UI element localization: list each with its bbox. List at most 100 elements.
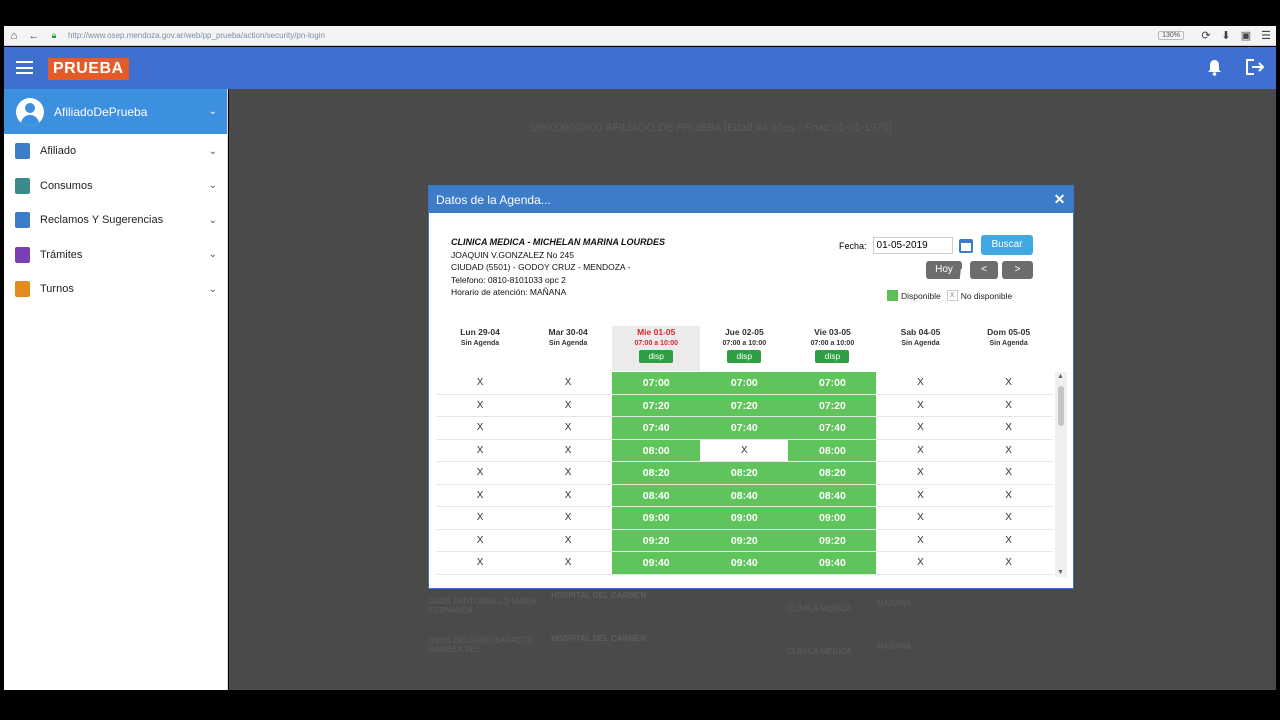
slot-unavailable: X (476, 399, 484, 411)
next-week-button[interactable]: > (1002, 261, 1033, 279)
legend-unavailable-swatch: X (946, 290, 958, 301)
sidebar-item-afiliado[interactable]: Afiliado ⌄ (4, 134, 227, 169)
home-icon[interactable]: ⌂ (4, 30, 24, 42)
slot-unavailable: X (1005, 489, 1012, 501)
logout-icon[interactable] (1245, 58, 1265, 81)
slot-unavailable: X (1005, 422, 1012, 433)
chevron-down-icon: ⌄ (208, 180, 217, 192)
fecha-label: Fecha: (839, 240, 867, 251)
slot-available[interactable]: 08:00 (612, 439, 701, 461)
scroll-down-icon[interactable]: ▼ (1057, 569, 1064, 576)
hamburger-menu-icon[interactable] (16, 61, 33, 74)
sidebar-item-label: Turnos (40, 283, 74, 296)
day-header: Mar 30-04 Sin Agenda (524, 326, 612, 371)
bg-row-shift: MAÑANA (877, 599, 912, 608)
slot-available[interactable]: 07:40 (700, 417, 789, 439)
slot-available[interactable]: 08:40 (612, 484, 701, 506)
slot-unavailable: X (564, 377, 572, 388)
slot-available[interactable]: 08:00 (788, 439, 877, 461)
url-field[interactable]: http://www.osep.mendoza.gov.ar/web/pp_pr… (68, 31, 1158, 40)
zoom-level[interactable]: 130% (1158, 31, 1184, 40)
slot-unavailable: X (917, 489, 924, 501)
slot-available[interactable]: 07:40 (612, 417, 701, 439)
legend: Disponible X No disponible (887, 290, 1012, 301)
day-header: Vie 03-05 07:00 a 10:00 disp (788, 326, 876, 371)
slot-available[interactable]: 08:40 (788, 484, 877, 506)
day-schedule: 07:00 a 10:00 (722, 340, 767, 347)
slot-available[interactable]: 09:40 (612, 552, 701, 574)
sidebar-item-reclamos[interactable]: Reclamos Y Sugerencias ⌄ (4, 203, 227, 238)
sidebar-item-turnos[interactable]: Turnos ⌄ (4, 272, 227, 307)
slot-row: X X 09:00 09:00 09:00 X X (436, 507, 1053, 530)
slot-available[interactable]: 07:00 (788, 372, 877, 394)
slot-unavailable: X (917, 444, 924, 456)
brand-logo[interactable]: PRUEBA (48, 58, 129, 80)
slot-available[interactable]: 07:20 (612, 394, 701, 416)
scrollbar-thumb[interactable] (1058, 386, 1064, 426)
slot-available[interactable]: 07:40 (788, 417, 877, 439)
slot-available[interactable]: 09:00 (612, 507, 701, 529)
buscar-button[interactable]: Buscar (981, 235, 1033, 255)
disp-badge[interactable]: disp (727, 350, 762, 363)
slot-unavailable: X (564, 399, 572, 411)
slot-available[interactable]: 09:20 (788, 529, 877, 551)
prev-week-button[interactable]: < (970, 261, 998, 279)
day-schedule: 07:00 a 10:00 (810, 340, 855, 347)
slot-unavailable: X (917, 377, 924, 388)
sidebar-item-tramites[interactable]: Trámites ⌄ (4, 238, 227, 273)
slot-unavailable: X (1005, 377, 1012, 388)
slot-available[interactable]: 07:20 (700, 394, 789, 416)
slot-available[interactable]: 07:20 (788, 394, 877, 416)
notification-bell-icon[interactable] (1207, 59, 1222, 81)
slot-row: X X 07:00 07:00 07:00 X X (436, 372, 1053, 395)
calendar-icon[interactable] (958, 238, 973, 253)
slot-available[interactable]: 08:20 (612, 462, 701, 484)
slot-available[interactable]: 09:40 (700, 552, 789, 574)
bg-row-shift: MAÑANA (877, 642, 912, 651)
sidebar-user[interactable]: AfiliadoDePrueba ⌄ (4, 89, 227, 134)
slot-available[interactable]: 09:00 (788, 507, 877, 529)
browser-menu-icon[interactable]: ☰ (1256, 29, 1276, 42)
reload-icon[interactable]: ⟳ (1196, 29, 1216, 42)
day-name: Mie 01-05 (637, 327, 676, 337)
bg-row-spec: CLINICA MEDICA (787, 647, 852, 656)
slot-available[interactable]: 08:40 (700, 484, 789, 506)
sidebar-item-label: Trámites (40, 248, 83, 261)
day-header: Lun 29-04 Sin Agenda (436, 326, 524, 371)
avatar-icon (16, 97, 44, 126)
disp-badge[interactable]: disp (815, 350, 850, 363)
slot-available[interactable]: 07:00 (612, 372, 701, 394)
slot-available[interactable]: 08:20 (700, 462, 789, 484)
slot-available[interactable]: 08:20 (788, 462, 877, 484)
disp-badge[interactable]: disp (639, 350, 674, 363)
window-icon[interactable]: ▣ (1236, 29, 1256, 42)
close-icon[interactable]: ✕ (1052, 192, 1067, 207)
scroll-up-icon[interactable]: ▲ (1057, 373, 1064, 380)
slot-available[interactable]: 07:00 (700, 372, 789, 394)
scrollbar[interactable]: ▲ ▼ (1055, 372, 1067, 577)
slot-unavailable: X (564, 422, 572, 433)
slot-available[interactable]: 09:00 (700, 507, 789, 529)
day-schedule: Sin Agenda (989, 340, 1028, 347)
slot-unavailable: X (1005, 399, 1012, 411)
slot-available[interactable]: 09:20 (700, 529, 789, 551)
day-headers: Lun 29-04 Sin Agenda Mar 30-04 Sin Agenda Mi… (436, 326, 1053, 371)
fecha-input[interactable] (872, 237, 953, 254)
sidebar-item-consumos[interactable]: Consumos ⌄ (4, 169, 227, 204)
bg-row-place: HOSPITAL DEL CARMEN (551, 591, 647, 600)
slot-unavailable: X (564, 489, 572, 501)
day-name: Mar 30-04 (548, 327, 588, 337)
back-icon[interactable]: ← (24, 30, 44, 42)
calendar-icon (15, 281, 30, 298)
slot-unavailable: X (564, 534, 572, 546)
day-header: Jue 02-05 07:00 a 10:00 disp (700, 326, 788, 371)
slot-available[interactable]: 09:40 (788, 552, 877, 574)
day-name: Jue 02-05 (724, 327, 764, 337)
slot-available[interactable]: 09:20 (612, 529, 701, 551)
slot-unavailable: X (476, 467, 484, 478)
bg-row-doctor: 04485 PANTORRILLO MARIA FERNANDA (429, 597, 537, 615)
download-icon[interactable]: ⬇ (1216, 29, 1236, 42)
slot-unavailable: X (917, 534, 924, 546)
chevron-down-icon[interactable]: ⌄ (209, 106, 217, 117)
slot-unavailable: X (1005, 534, 1012, 546)
